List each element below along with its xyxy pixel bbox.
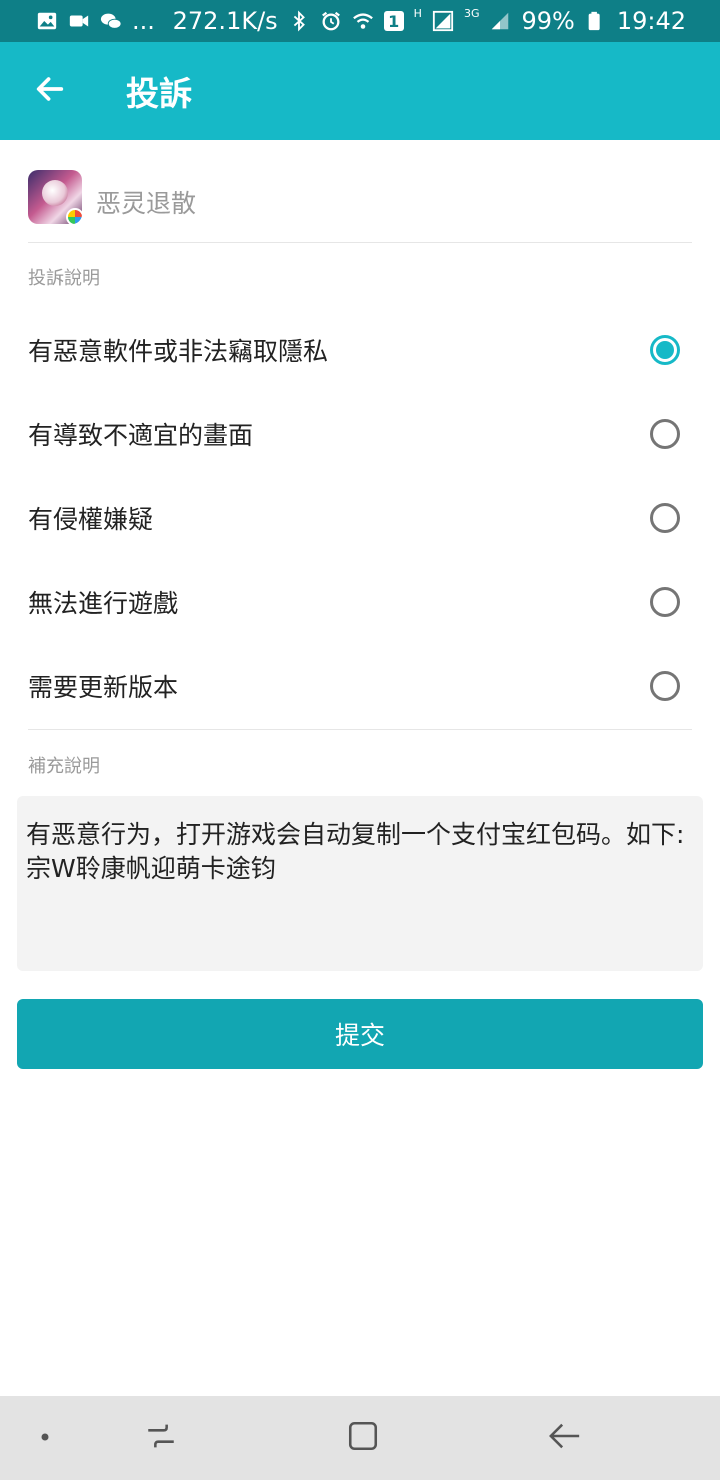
signal-3g-label: 3G [463, 6, 480, 20]
gallery-icon [36, 10, 58, 32]
system-back-button[interactable] [540, 1396, 590, 1480]
sim-label: 1 [388, 11, 400, 31]
radio-selected-icon[interactable] [650, 335, 680, 365]
game-app-icon [28, 170, 82, 224]
nav-dot-button[interactable] [22, 1396, 68, 1480]
signal-icon [432, 10, 454, 32]
sim-card-icon: 1 [383, 11, 404, 31]
back-button[interactable] [0, 42, 100, 140]
option-label: 有惡意軟件或非法竊取隱私 [28, 337, 329, 366]
radio-unselected-icon[interactable] [650, 671, 680, 701]
complaint-option-malware[interactable]: 有惡意軟件或非法竊取隱私 [28, 308, 692, 392]
game-info: 恶灵退散 [28, 170, 692, 243]
wechat-icon [100, 10, 122, 32]
supplement-label: 補充說明 [28, 756, 100, 777]
option-label: 有侵權嫌疑 [28, 505, 154, 534]
option-label: 無法進行遊戲 [28, 589, 179, 618]
status-bar-left: ... [36, 7, 155, 35]
app-bar: 投訴 [0, 42, 720, 140]
home-button[interactable] [338, 1396, 388, 1480]
supplement-text-field[interactable]: 有恶意行为，打开游戏会自动复制一个支付宝红包码。如下:宗W聆康帆迎萌卡途钧 [17, 796, 703, 971]
complaint-option-inappropriate[interactable]: 有導致不適宜的畫面 [28, 392, 692, 476]
system-nav-bar [0, 1396, 720, 1480]
game-name: 恶灵退散 [96, 189, 197, 218]
option-label: 有導致不適宜的畫面 [28, 421, 254, 450]
complaint-option-cannot-play[interactable]: 無法進行遊戲 [28, 560, 692, 644]
game-platform-badge-icon [66, 208, 82, 224]
alarm-icon [320, 10, 342, 32]
page-title: 投訴 [126, 74, 192, 113]
radio-unselected-icon[interactable] [650, 587, 680, 617]
complaint-options: 有惡意軟件或非法竊取隱私 有導致不適宜的畫面 有侵權嫌疑 無法進行遊戲 需要更新… [28, 308, 692, 728]
battery-icon [585, 10, 607, 32]
recent-apps-icon [144, 1419, 178, 1457]
recent-apps-button[interactable] [136, 1396, 186, 1480]
divider [28, 729, 692, 730]
option-label: 需要更新版本 [28, 673, 179, 702]
clock: 19:42 [616, 7, 686, 35]
notification-overflow: ... [132, 7, 155, 35]
home-icon [346, 1419, 380, 1457]
complaint-option-needs-update[interactable]: 需要更新版本 [28, 644, 692, 728]
video-camera-icon [68, 10, 90, 32]
arrow-left-icon [33, 72, 67, 110]
radio-unselected-icon[interactable] [650, 503, 680, 533]
battery-percent: 99% [521, 7, 575, 35]
dot-icon [38, 1429, 52, 1448]
complaint-option-infringement[interactable]: 有侵權嫌疑 [28, 476, 692, 560]
arrow-back-icon [548, 1419, 582, 1457]
bluetooth-icon [288, 10, 310, 32]
signal-h-label: H [413, 6, 422, 20]
wifi-icon [352, 10, 374, 32]
radio-unselected-icon[interactable] [650, 419, 680, 449]
complaint-reason-label: 投訴說明 [28, 268, 100, 289]
status-bar-right: 272.1K/s 1 H 3G 99% 19:42 [172, 6, 686, 36]
signal-strength-icon [489, 10, 511, 32]
submit-button[interactable]: 提交 [17, 999, 703, 1069]
status-bar: ... 272.1K/s 1 H 3G 99% 19:42 [0, 0, 720, 42]
network-speed: 272.1K/s [172, 7, 278, 35]
